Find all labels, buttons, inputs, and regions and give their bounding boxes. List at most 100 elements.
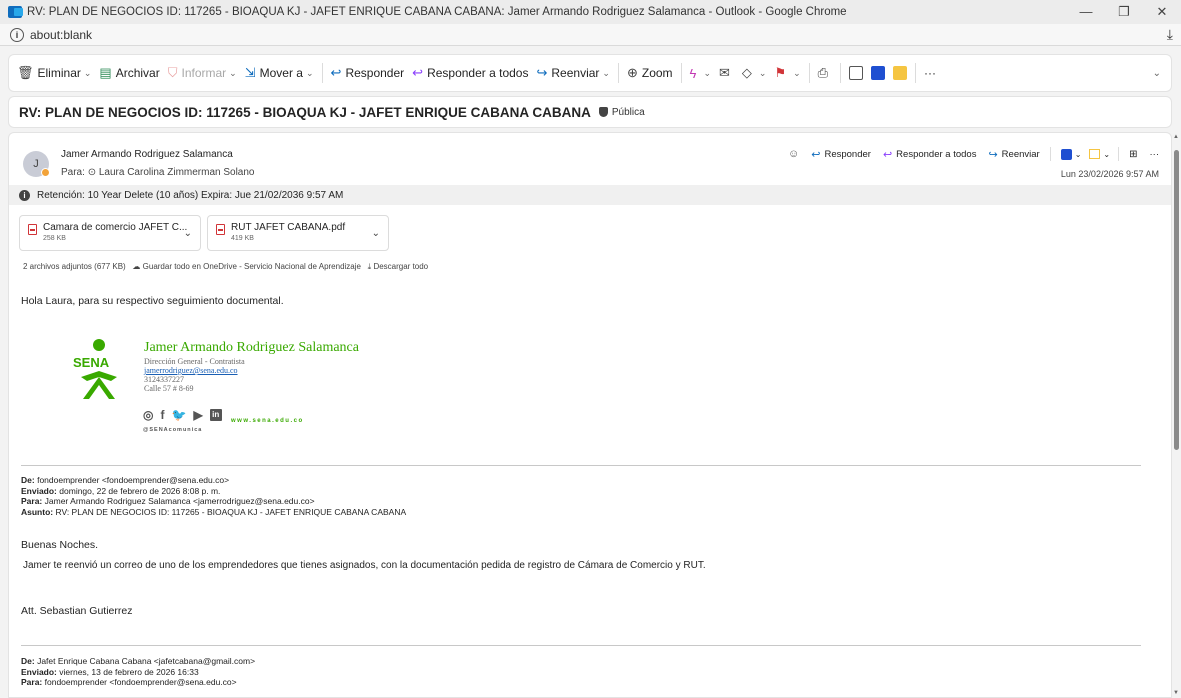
chevron-down-icon[interactable]: ⌄ [1075,150,1082,159]
more-actions-button[interactable]: ··· [1150,149,1160,160]
to-label: Para: [61,167,85,178]
address-bar[interactable]: i about:blank ⤓ [0,24,1181,46]
addin-icon[interactable] [893,66,908,80]
zoom-label: Zoom [641,66,673,80]
attachments-count: 2 archivos adjuntos (677 KB) [23,262,126,271]
site-info-icon[interactable]: i [10,27,24,42]
print-button[interactable]: ⎙ [818,65,832,81]
youtube-icon[interactable]: ▶ [193,408,202,422]
signature-role: Dirección General - Contratista [144,357,245,366]
chevron-down-icon[interactable]: ⌄ [184,228,192,239]
chevron-down-icon[interactable]: ⌄ [229,68,237,79]
archive-button[interactable]: ▤ Archivar [99,65,159,81]
cloud-icon: ☁ [132,262,141,271]
zoom-button[interactable]: ⊕ Zoom [627,65,673,81]
chevron-down-icon[interactable]: ⌄ [306,68,314,79]
toolbar-expand-icon[interactable]: ⌄ [1153,68,1161,79]
save-onedrive-link[interactable]: Guardar todo en OneDrive - Servicio Naci… [143,262,361,271]
to-label: Para: [21,496,43,506]
forward-button[interactable]: ↪ Reenviar ⌄ [536,65,609,81]
attachments-summary-line: 2 archivos adjuntos (677 KB) ☁ Guardar t… [23,262,428,272]
report-button[interactable]: ⛉ Informar ⌄ [168,65,237,81]
download-all-link[interactable]: Descargar todo [373,262,428,271]
sensitivity-label[interactable]: Pública [612,107,645,118]
window-titlebar: RV: PLAN DE NEGOCIOS ID: 117265 - BIOAQU… [0,0,1181,24]
close-button[interactable]: ✕ [1143,4,1181,20]
mark-read-button[interactable]: ✉ [719,65,734,81]
chevron-down-icon[interactable]: ⌄ [602,68,610,79]
body-line-jamer: Jamer te reenvió un correo de uno de los… [23,560,706,571]
immersive-reader-icon[interactable]: ⊞ [1129,149,1137,160]
pdf-file-icon [216,224,225,235]
move-button[interactable]: ⇲ Mover a ⌄ [245,65,314,81]
recipient-name[interactable]: Laura Carolina Zimmerman Solano [99,167,255,178]
move-label: Mover a [259,66,303,80]
reading-pane: J Jamer Armando Rodriguez Salamanca Para… [8,132,1172,698]
flag-button[interactable]: ⚑ ⌄ [774,65,800,81]
vertical-scrollbar[interactable]: ▲ ▼ [1172,132,1181,698]
recipients-line: Para: ⊙ Laura Carolina Zimmerman Solano [61,167,254,178]
apps-icon[interactable] [849,66,864,80]
adobe-pdf-icon[interactable] [1060,148,1072,160]
more-options-button[interactable]: ··· [924,66,936,80]
header-reply-button[interactable]: ↩ Responder [811,148,871,161]
linkedin-icon[interactable]: in [209,409,222,421]
attachment-size: 258 KB [43,235,66,242]
addin-icon[interactable] [1089,149,1101,159]
emoji-reaction-icon[interactable]: ☺ [788,148,799,160]
twitter-icon[interactable]: 🐦 [171,408,186,422]
chevron-down-icon[interactable]: ⌄ [1103,150,1110,159]
forward-label: Reenviar [551,66,600,80]
address-url[interactable]: about:blank [30,28,1167,42]
header-forward-label: Reenviar [1001,148,1040,160]
folder-move-icon: ⇲ [244,65,256,80]
chevron-down-icon[interactable]: ⌄ [793,68,801,79]
reply-all-label: Responder a todos [427,66,529,80]
adobe-pdf-icon[interactable] [871,66,886,80]
presence-away-icon [41,168,50,177]
printer-icon: ⎙ [817,65,829,80]
pdf-file-icon [28,224,37,235]
reply-button[interactable]: ↩ Responder [331,65,405,81]
signature-website[interactable]: www.sena.edu.co [231,418,304,424]
to-value: Jamer Armando Rodriguez Salamanca <jamer… [44,496,315,506]
message-toolbar: 🗑 Eliminar ⌄ ▤ Archivar ⛉ Informar ⌄ ⇲ Mover a… [8,54,1172,92]
reply-all-icon: ↩ [412,65,424,80]
toolbar-divider [680,63,682,83]
header-forward-button[interactable]: ↪ Reenviar [988,148,1039,161]
signature-email-link[interactable]: jamerrodriguez@sena.edu.co [144,366,238,375]
signature-phone: 3124337227 [144,375,184,384]
sender-name[interactable]: Jamer Armando Rodriguez Salamanca [61,149,233,160]
to-label: Para: [21,677,43,687]
attachment-card[interactable]: Camara de comercio JAFET C... 258 KB ⌄ [19,215,201,251]
toolbar-divider [808,63,810,83]
download-icon[interactable]: ⤓ [1167,26,1173,43]
sena-logo: SENA [73,339,117,399]
chevron-down-icon[interactable]: ⌄ [84,68,92,79]
minimize-button[interactable]: — [1067,4,1105,20]
sent-label: Enviado: [21,485,57,496]
header-reply-all-button[interactable]: ↩ Responder a todos [883,148,977,161]
chevron-down-icon[interactable]: ⌄ [372,228,380,239]
subject-value: RV: PLAN DE NEGOCIOS ID: 117265 - BIOAQU… [55,506,407,517]
scroll-up-icon[interactable]: ▲ [1173,134,1179,140]
restore-button[interactable]: ❐ [1105,4,1143,20]
reply-all-button[interactable]: ↩ Responder a todos [412,65,528,81]
message-date: Lun 23/02/2026 9:57 AM [1060,169,1159,179]
categorize-button[interactable]: ◇ ⌄ [742,65,767,81]
signature-address: Calle 57 # 8-69 [144,384,194,393]
quick-actions-button[interactable]: ϟ ⌄ [690,66,711,81]
header-reply-all-label: Responder a todos [896,148,977,160]
chevron-down-icon[interactable]: ⌄ [703,68,711,79]
subject-label: Asunto: [21,506,54,517]
attachment-card[interactable]: RUT JAFET CABANA.pdf 419 KB ⌄ [207,215,389,251]
scroll-down-icon[interactable]: ▼ [1173,690,1179,696]
subject-bar: RV: PLAN DE NEGOCIOS ID: 117265 - BIOAQU… [8,96,1172,128]
instagram-icon[interactable]: ◎ [143,408,153,422]
delete-button[interactable]: 🗑 Eliminar ⌄ [17,65,91,81]
body-line-att: Att. Sebastian Gutierrez [21,605,133,617]
forwarded-header-1: De: fondoemprender <fondoemprender@sena.… [21,475,406,517]
chevron-down-icon[interactable]: ⌄ [759,68,767,79]
facebook-icon[interactable]: f [160,408,164,422]
scrollbar-thumb[interactable] [1174,150,1179,450]
